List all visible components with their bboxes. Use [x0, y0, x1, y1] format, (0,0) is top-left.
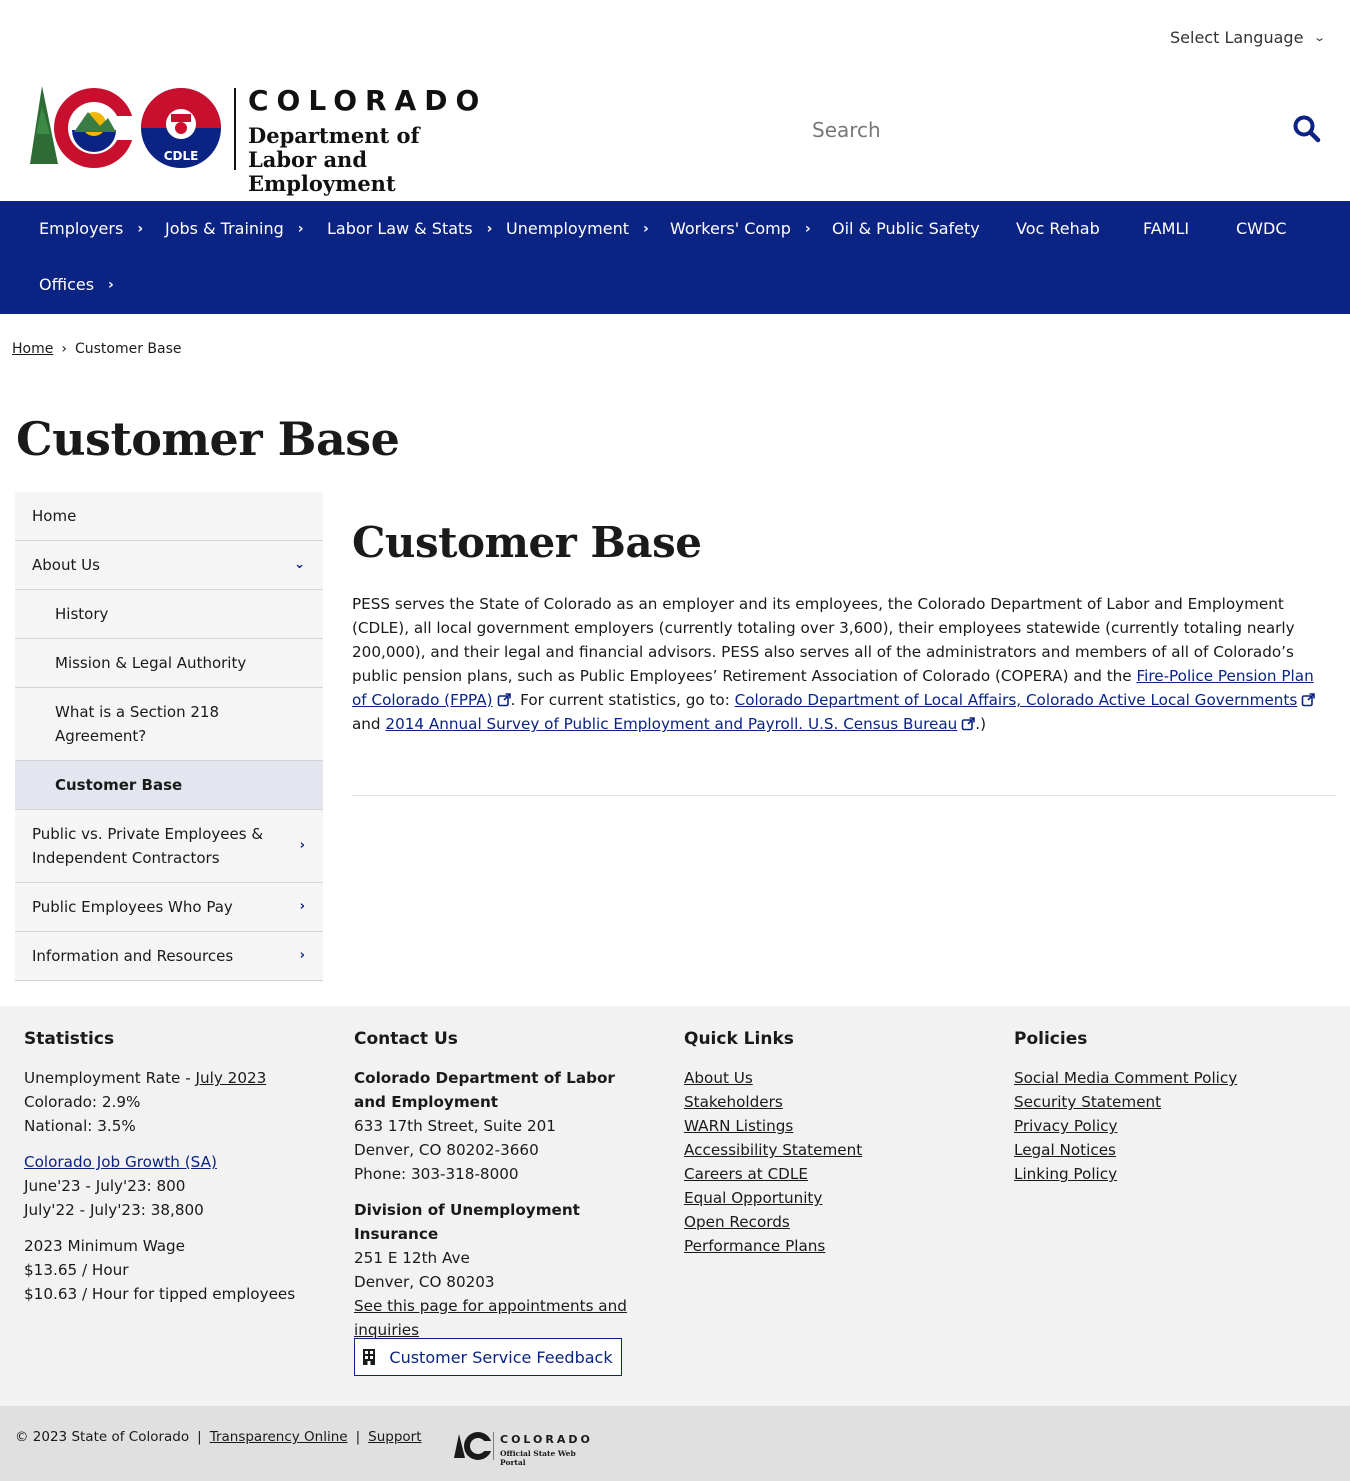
breadcrumb: Home › Customer Base [12, 341, 182, 357]
quick-link-stakeholders[interactable]: Stakeholders [684, 1090, 984, 1114]
policy-linking[interactable]: Linking Policy [1014, 1162, 1324, 1186]
nav-item-offices[interactable]: Offices › [39, 275, 114, 294]
sidebar-item-public-employees-who-pay[interactable]: Public Employees Who Pay › [15, 883, 323, 932]
nav-item-labor-law-stats[interactable]: Labor Law & Stats › [327, 219, 492, 238]
nav-item-employers[interactable]: Employers › [39, 219, 143, 238]
footer-policies: Policies Social Media Comment Policy Sec… [1014, 1026, 1324, 1186]
appointments-link[interactable]: See this page for appointments and inqui… [354, 1294, 644, 1342]
footer-statistics: Statistics Unemployment Rate - July 2023… [24, 1026, 334, 1306]
chevron-right-icon: › [804, 220, 811, 237]
footer-contact: Contact Us Colorado Department of Labor … [354, 1026, 644, 1342]
nav-item-oil-public-safety[interactable]: Oil & Public Safety [832, 219, 980, 238]
language-select-label: Select Language [1170, 28, 1304, 47]
chevron-right-icon: › [137, 220, 144, 237]
nav-item-cwdc[interactable]: CWDC [1236, 219, 1286, 238]
policy-social-media[interactable]: Social Media Comment Policy [1014, 1066, 1324, 1090]
footer-heading: Statistics [24, 1029, 115, 1049]
census-link[interactable]: 2014 Annual Survey of Public Employment … [385, 715, 976, 733]
nav-item-unemployment[interactable]: Unemployment › [506, 219, 649, 238]
external-link-icon [497, 693, 511, 707]
search-icon [1293, 115, 1321, 143]
chevron-down-icon: ⌄ [294, 557, 305, 572]
policy-security-statement[interactable]: Security Statement [1014, 1090, 1324, 1114]
chevron-right-icon: › [297, 220, 304, 237]
colorado-cdle-emblem-icon: CDLE [30, 86, 221, 168]
search-button[interactable] [1292, 114, 1324, 146]
chevron-right-icon: › [299, 838, 305, 853]
sidebar-item-label: History [55, 605, 109, 623]
sidebar-item-label: Public vs. Private Employees & Independe… [32, 825, 264, 867]
sidebar-item-customer-base[interactable]: Customer Base [15, 761, 323, 810]
quick-link-accessibility[interactable]: Accessibility Statement [684, 1138, 984, 1162]
breadcrumb-current: Customer Base [74, 341, 182, 357]
unemployment-rate-link[interactable]: July 2023 [196, 1069, 267, 1087]
logo-divider [234, 88, 236, 170]
chevron-right-icon: › [299, 899, 305, 914]
policy-privacy[interactable]: Privacy Policy [1014, 1114, 1324, 1138]
transparency-online-link[interactable]: Transparency Online [210, 1429, 348, 1445]
quick-link-equal-opportunity[interactable]: Equal Opportunity [684, 1186, 984, 1210]
nav-item-famli[interactable]: FAMLI [1143, 219, 1189, 238]
sidebar-item-label: About Us [32, 556, 100, 574]
footer-heading: Quick Links [684, 1029, 794, 1049]
cdle-logo[interactable]: CDLE COLORADO Department of Labor and Em… [28, 84, 508, 196]
sidebar-item-history[interactable]: History [15, 590, 323, 639]
national-rate: National: 3.5% [24, 1117, 136, 1135]
colorado-rate: Colorado: 2.9% [24, 1093, 141, 1111]
sidebar-item-label: Public Employees Who Pay [32, 898, 233, 916]
external-link-icon [961, 717, 976, 731]
sidebar-item-home[interactable]: Home [15, 492, 323, 541]
copyright-bar: © 2023 State of Colorado | Transparency … [15, 1429, 422, 1445]
cdle-badge-text: CDLE [164, 149, 199, 163]
sidebar-item-label: What is a Section 218 Agreement? [55, 703, 220, 745]
colorado-c-logo-icon [454, 1432, 496, 1460]
chevron-right-icon: › [61, 341, 67, 357]
dola-link[interactable]: Colorado Department of Local Affairs, Co… [735, 691, 1316, 709]
sidebar-item-label: Customer Base [55, 776, 183, 794]
chevron-right-icon: › [299, 948, 305, 963]
chevron-right-icon: › [486, 220, 493, 237]
copyright-text: © 2023 State of Colorado [15, 1429, 190, 1445]
colorado-portal-logo[interactable]: COLORADO Official State Web Portal [454, 1430, 599, 1467]
main-navigation: Employers › Jobs & Training › Labor Law & … [0, 201, 1350, 314]
policy-legal-notices[interactable]: Legal Notices [1014, 1138, 1324, 1162]
sidebar-item-information-resources[interactable]: Information and Resources › [15, 932, 323, 981]
chevron-right-icon: › [108, 276, 114, 293]
job-growth-link[interactable]: Colorado Job Growth (SA) [24, 1150, 334, 1174]
chevron-right-icon: › [642, 220, 649, 237]
search-input[interactable] [812, 112, 1292, 148]
content-paragraph: PESS serves the State of Colorado as an … [352, 595, 1316, 733]
building-icon [363, 1349, 376, 1365]
footer-heading: Contact Us [354, 1029, 458, 1049]
external-link-icon [1302, 693, 1316, 707]
sidebar-item-about-us[interactable]: About Us ⌄ [15, 541, 323, 590]
quick-link-warn-listings[interactable]: WARN Listings [684, 1114, 984, 1138]
sidebar-item-label: Mission & Legal Authority [55, 654, 247, 672]
quick-link-performance-plans[interactable]: Performance Plans [684, 1234, 984, 1258]
chevron-down-icon: ⌄ [1313, 31, 1327, 44]
nav-item-voc-rehab[interactable]: Voc Rehab [1016, 219, 1100, 238]
nav-item-workers-comp[interactable]: Workers' Comp › [670, 219, 811, 238]
footer-quick-links: Quick Links About Us Stakeholders WARN L… [684, 1026, 984, 1258]
customer-service-feedback-button[interactable]: Customer Service Feedback [354, 1338, 622, 1376]
nav-item-jobs-training[interactable]: Jobs & Training › [165, 219, 304, 238]
content-title: Customer Base [352, 518, 702, 567]
page-title: Customer Base [16, 412, 400, 466]
sidebar-item-public-vs-private[interactable]: Public vs. Private Employees & Independe… [15, 810, 323, 883]
quick-link-careers[interactable]: Careers at CDLE [684, 1162, 984, 1186]
logo-state-name: COLORADO [248, 84, 488, 117]
quick-link-about-us[interactable]: About Us [684, 1066, 984, 1090]
logo-department-name: Department of Labor and Employment [248, 123, 420, 196]
sidebar-item-label: Information and Resources [32, 947, 234, 965]
sidebar-menu: Home About Us ⌄ History Mission & Legal … [15, 492, 323, 981]
sidebar-item-label: Home [32, 507, 77, 525]
language-select[interactable]: Select Language ⌄ [1170, 28, 1327, 47]
sidebar-item-mission-legal-authority[interactable]: Mission & Legal Authority [15, 639, 323, 688]
sidebar-item-section-218[interactable]: What is a Section 218 Agreement? [15, 688, 323, 761]
footer-heading: Policies [1014, 1029, 1088, 1049]
support-link[interactable]: Support [368, 1429, 421, 1445]
quick-link-open-records[interactable]: Open Records [684, 1210, 984, 1234]
content-divider [352, 795, 1336, 796]
breadcrumb-home-link[interactable]: Home [12, 341, 53, 357]
